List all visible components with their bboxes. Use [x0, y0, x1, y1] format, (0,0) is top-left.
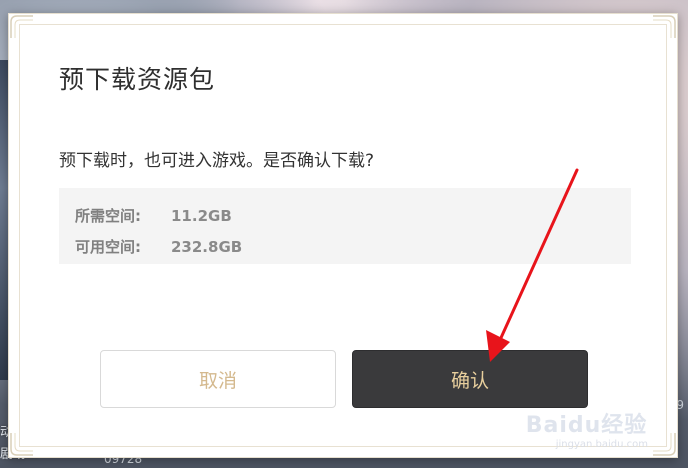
dialog-title: 预下载资源包	[59, 65, 216, 94]
confirm-button[interactable]: 确认	[352, 350, 588, 408]
available-space-row: 可用空间: 232.8GB	[75, 231, 631, 262]
required-space-label: 所需空间:	[75, 207, 141, 225]
frame-corner-ornament	[653, 433, 676, 456]
frame-corner-ornament	[653, 15, 676, 38]
dialog-message: 预下载时，也可进入游戏。是否确认下载?	[59, 151, 375, 171]
frame-corner-ornament	[10, 15, 33, 38]
frame-corner-ornament	[10, 433, 33, 456]
required-space-row: 所需空间: 11.2GB	[75, 200, 631, 231]
predownload-dialog: 预下载资源包 预下载时，也可进入游戏。是否确认下载? 所需空间: 11.2GB …	[8, 13, 678, 458]
storage-info-box: 所需空间: 11.2GB 可用空间: 232.8GB	[59, 188, 631, 264]
available-space-value: 232.8GB	[171, 237, 243, 256]
available-space-label: 可用空间:	[75, 238, 141, 256]
cancel-button[interactable]: 取消	[100, 350, 336, 408]
required-space-value: 11.2GB	[171, 206, 232, 225]
